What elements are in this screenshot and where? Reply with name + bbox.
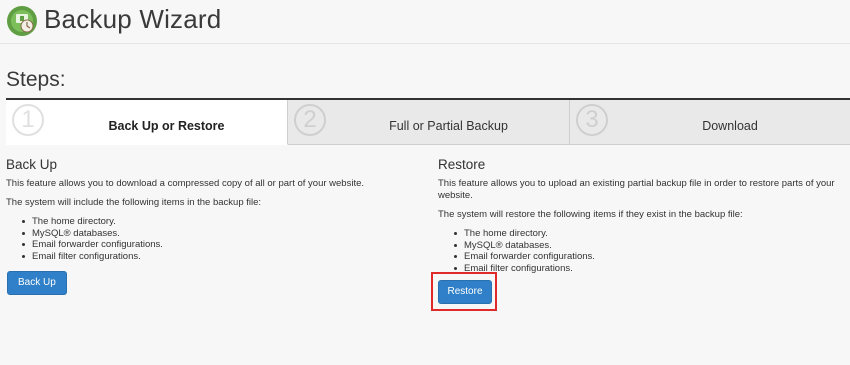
restore-items-list: The home directory. MySQL® databases. Em…	[438, 228, 848, 274]
list-item: Email filter configurations.	[6, 251, 416, 263]
list-item: Email filter configurations.	[438, 263, 848, 275]
backup-title: Back Up	[6, 157, 58, 172]
list-item: The home directory.	[6, 216, 416, 228]
step-number-circle: 2	[294, 104, 326, 136]
back-up-button[interactable]: Back Up	[7, 271, 67, 295]
list-item: The home directory.	[438, 228, 848, 240]
list-item: Email forwarder configurations.	[438, 251, 848, 263]
list-item: MySQL® databases.	[6, 228, 416, 240]
restore-button-highlight: Restore	[431, 272, 497, 311]
restore-description: This feature allows you to upload an exi…	[438, 178, 835, 201]
restore-button[interactable]: Restore	[438, 280, 492, 304]
backup-items-list: The home directory. MySQL® databases. Em…	[6, 216, 416, 262]
steps-bar: 1 Back Up or Restore 2 Full or Partial B…	[6, 98, 850, 145]
step-number-circle: 1	[12, 104, 44, 136]
backup-description: This feature allows you to download a co…	[6, 178, 365, 189]
step-label: Download	[702, 119, 758, 133]
step-number-circle: 3	[576, 104, 608, 136]
page-header: Backup Wizard	[0, 0, 850, 44]
page-title: Backup Wizard	[44, 4, 222, 34]
step-label: Back Up or Restore	[108, 119, 225, 133]
list-item: Email forwarder configurations.	[6, 239, 416, 251]
restore-section: Restore This feature allows you to uploa…	[438, 157, 848, 283]
backup-includes-text: The system will include the following it…	[6, 197, 262, 208]
step-download[interactable]: 3 Download	[570, 100, 850, 145]
restore-title: Restore	[438, 157, 486, 172]
steps-heading: Steps:	[6, 68, 66, 91]
restore-includes-text: The system will restore the following it…	[438, 209, 743, 220]
step-full-or-partial-backup[interactable]: 2 Full or Partial Backup	[288, 100, 570, 145]
backup-wizard-icon	[7, 6, 37, 36]
step-label: Full or Partial Backup	[389, 119, 508, 133]
backup-section: Back Up This feature allows you to downl…	[6, 157, 416, 295]
list-item: MySQL® databases.	[438, 240, 848, 252]
page: Backup Wizard Steps: 1 Back Up or Restor…	[0, 0, 850, 365]
step-back-up-or-restore[interactable]: 1 Back Up or Restore	[6, 100, 288, 145]
